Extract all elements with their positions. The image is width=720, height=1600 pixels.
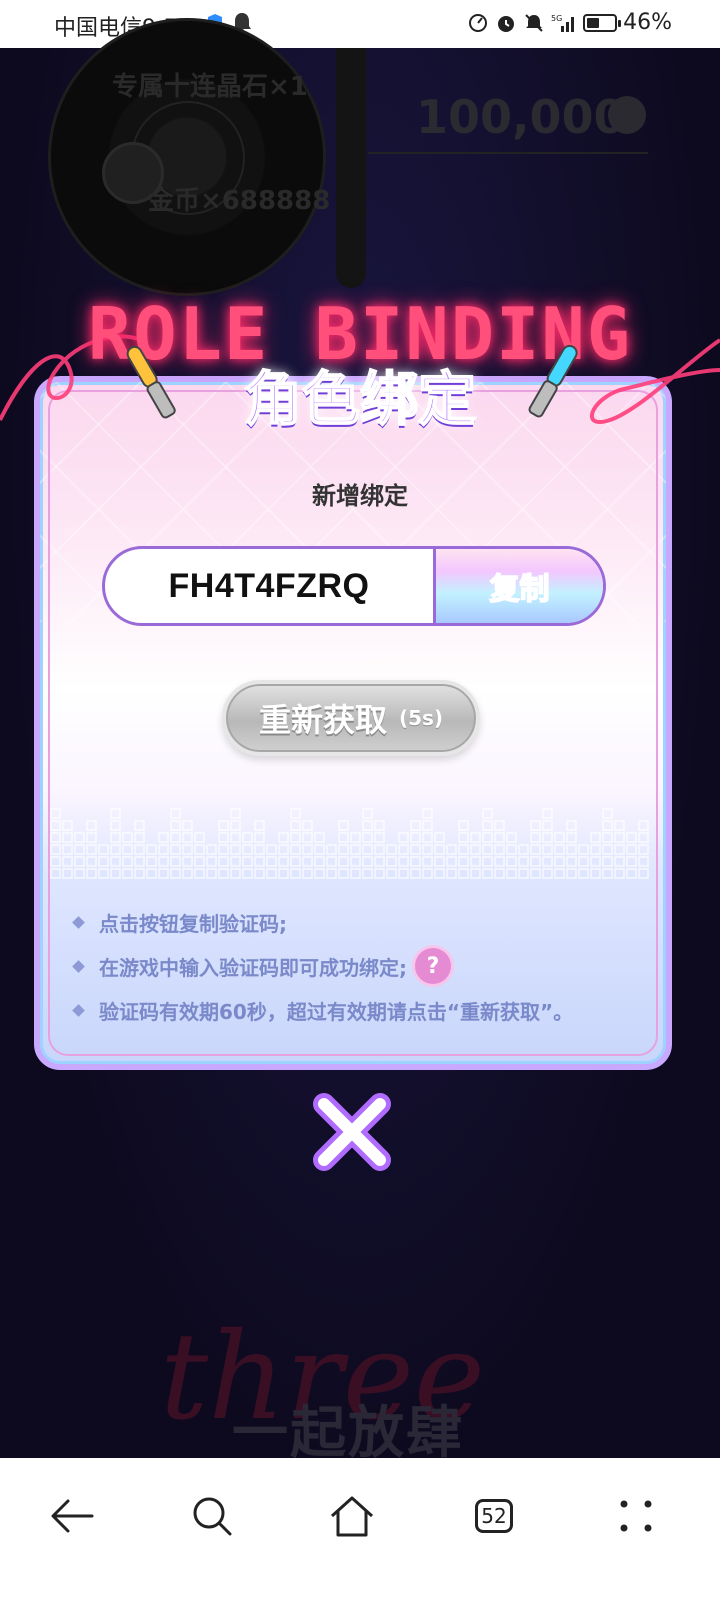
refresh-code-button[interactable]: 重新获取 (5s) <box>222 680 480 756</box>
reward-coin-label: 金币×688888 <box>148 186 331 216</box>
battery-percent: 46% <box>623 10 672 35</box>
tip-item: 点击按钮复制验证码; <box>72 900 654 944</box>
bullet-icon <box>72 959 85 973</box>
home-icon <box>330 1496 374 1537</box>
tip-item: 验证码有效期60秒，超过有效期请点击“重新获取”。 <box>72 988 654 1032</box>
status-icons: 5G 46% <box>467 10 672 35</box>
data-saver-icon <box>469 13 488 32</box>
mute-icon <box>525 13 543 32</box>
tabs-button[interactable]: 52 <box>464 1486 524 1546</box>
divider <box>368 152 648 154</box>
back-button[interactable] <box>42 1486 102 1546</box>
svg-text:5G: 5G <box>551 14 562 23</box>
search-icon <box>193 1497 232 1536</box>
close-icon[interactable] <box>310 1090 394 1174</box>
search-button[interactable] <box>182 1486 242 1546</box>
section-title: 新增绑定 <box>312 482 408 510</box>
bullet-icon <box>72 915 85 929</box>
equalizer-pattern <box>50 808 649 879</box>
bullet-icon <box>72 1003 85 1017</box>
verification-code: FH4T4FZRQ <box>105 549 436 623</box>
battery-icon <box>583 13 622 32</box>
tip-text: 在游戏中输入验证码即可成功绑定; <box>99 955 407 980</box>
progress-bar <box>336 48 366 288</box>
record-disc <box>48 18 326 296</box>
alarm-icon <box>498 15 515 32</box>
tip-text: 点击按钮复制验证码; <box>99 911 287 936</box>
signal-5g-icon: 5G <box>551 14 575 32</box>
verification-code-box: FH4T4FZRQ 复制 <box>102 546 606 626</box>
home-button[interactable] <box>322 1486 382 1546</box>
bottom-navigation: 52 <box>0 1458 720 1600</box>
tabs-icon: 52 <box>475 1499 513 1533</box>
banner-slogan: 一起放肆 <box>232 1401 464 1466</box>
tip-item: 在游戏中输入验证码即可成功绑定; ? <box>72 944 654 988</box>
dialog-title-cn: 角色绑定 <box>243 364 477 434</box>
refresh-countdown: (5s) <box>398 706 444 730</box>
participant-count: 100,000 <box>416 90 626 144</box>
more-button[interactable] <box>606 1486 666 1546</box>
back-icon <box>51 1499 94 1533</box>
tip-text: 验证码有效期60秒，超过有效期请点击“重新获取”。 <box>99 999 574 1024</box>
help-icon[interactable]: ? <box>415 948 451 984</box>
reward-crystal-label: 专属十连晶石×1 <box>112 72 308 102</box>
refresh-button-label: 重新获取 <box>258 701 387 739</box>
tips-list: 点击按钮复制验证码; 在游戏中输入验证码即可成功绑定; ? 验证码有效期60秒，… <box>72 900 654 1032</box>
more-icon <box>620 1500 652 1532</box>
status-bar: 中国电信9:55 5G 46% <box>0 0 720 48</box>
copy-button[interactable]: 复制 <box>436 549 603 623</box>
person-icon <box>608 96 646 134</box>
